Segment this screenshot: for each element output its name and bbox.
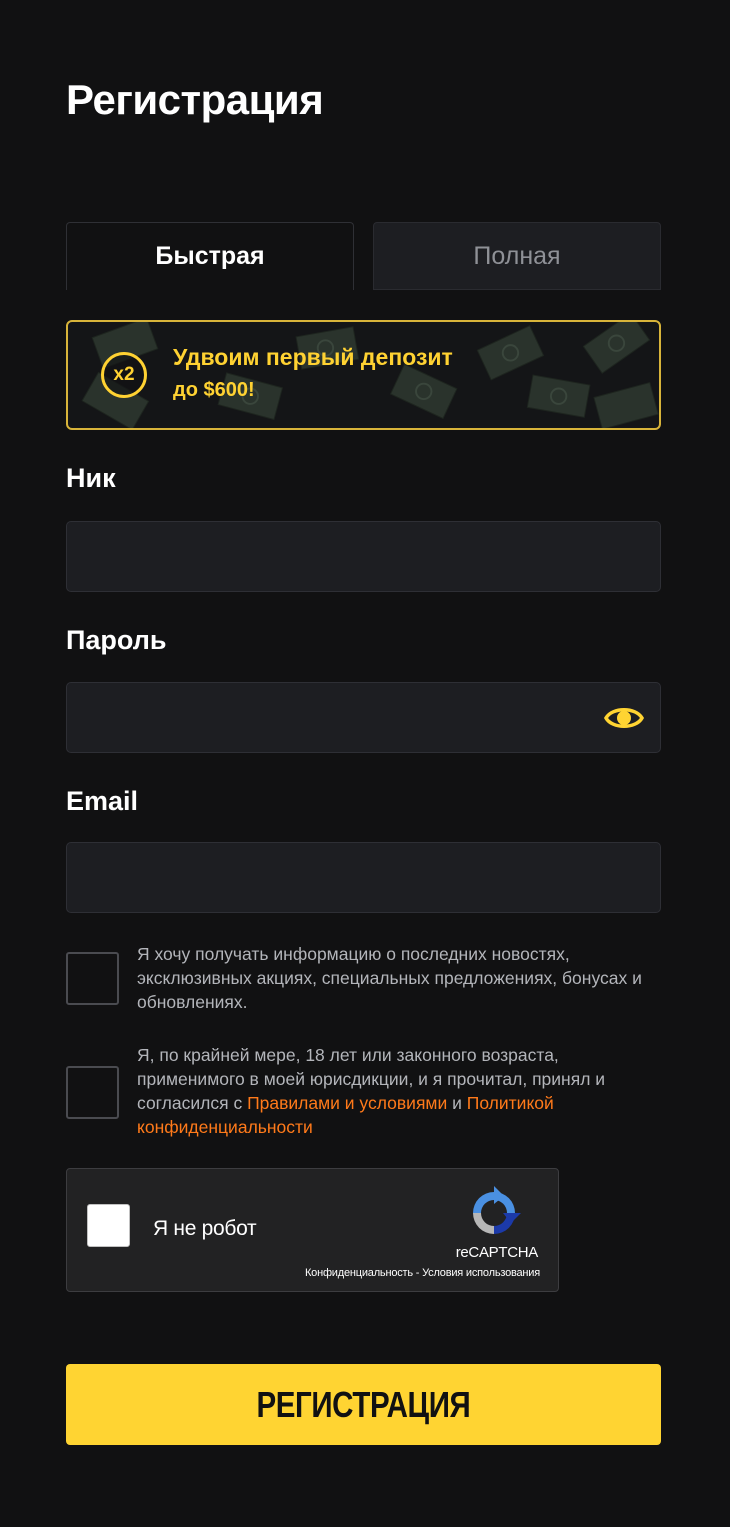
tab-full[interactable]: Полная [373,222,661,290]
newsletter-consent-text: Я хочу получать информацию о последних н… [137,944,642,1012]
nickname-input[interactable] [67,522,660,591]
promo-banner: x2 Удвоим первый депозит до $600! [66,320,661,430]
nickname-label: Ник [66,463,116,493]
tab-quick[interactable]: Быстрая [66,222,354,290]
x2-badge: x2 [101,352,147,398]
banknotes-background [81,322,659,428]
recaptcha-logo-icon [473,1186,521,1234]
eye-icon[interactable] [604,701,644,735]
promo-subtitle: до $600! [173,379,255,401]
email-label: Email [66,786,139,816]
nickname-field-wrapper [66,521,661,592]
terms-link[interactable]: Правилами и условиями [247,1093,447,1113]
recaptcha-separator: - [412,1267,423,1279]
age-terms-checkbox[interactable] [66,1066,119,1119]
password-field-wrapper [66,682,661,753]
register-button-label: РЕГИСТРАЦИЯ [256,1383,471,1425]
email-field-wrapper [66,842,661,913]
promo-title: Удвоим первый депозит [173,344,453,370]
age-terms-consent-text: Я, по крайней мере, 18 лет или законного… [137,1043,657,1139]
age-text-part2: и [447,1093,467,1113]
register-button[interactable]: РЕГИСТРАЦИЯ [66,1364,661,1445]
email-input[interactable] [67,843,660,912]
password-label: Пароль [66,625,167,655]
recaptcha-widget: Я не робот reCAPTCHA Конфиденциальность … [66,1168,559,1292]
recaptcha-privacy-link[interactable]: Конфиденциальность [305,1267,413,1279]
recaptcha-label: Я не робот [153,1217,257,1240]
tab-full-label: Полная [473,241,561,270]
recaptcha-checkbox[interactable] [87,1204,130,1247]
newsletter-checkbox[interactable] [66,952,119,1005]
recaptcha-brand: reCAPTCHA [455,1244,539,1261]
tab-quick-label: Быстрая [155,242,265,270]
recaptcha-terms-link[interactable]: Условия использования [422,1267,540,1279]
recaptcha-links: Конфиденциальность - Условия использован… [305,1267,540,1279]
page-title: Регистрация [66,76,324,123]
password-input[interactable] [67,683,660,752]
